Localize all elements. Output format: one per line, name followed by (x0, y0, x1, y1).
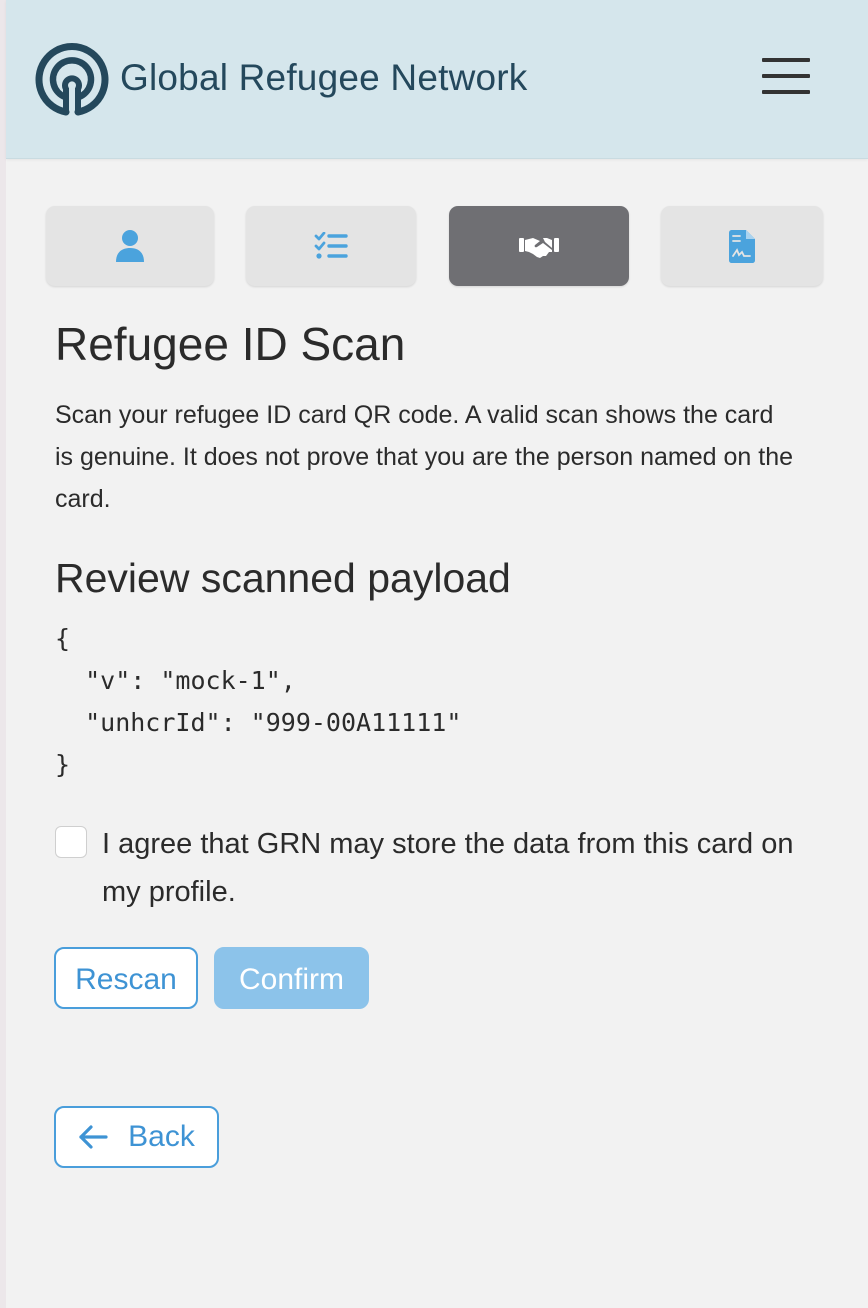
handshake-icon (519, 238, 559, 258)
step-tab-checklist[interactable] (246, 206, 416, 286)
signed-document-icon (729, 229, 755, 263)
payload-line: } (55, 750, 71, 779)
arrow-left-icon (79, 1125, 108, 1149)
back-button[interactable]: Back (54, 1106, 219, 1168)
step-tab-profile[interactable] (46, 206, 214, 286)
step-tab-handshake[interactable] (449, 206, 629, 286)
payload-line: "unhcrId": "999-00A11111" (55, 708, 462, 737)
step-tab-document[interactable] (661, 206, 823, 286)
scan-description: Scan your refugee ID card QR code. A val… (55, 401, 794, 513)
brand-name[interactable]: Global Refugee Network (120, 54, 528, 102)
consent-checkbox[interactable] (55, 826, 87, 858)
menu-button[interactable] (754, 52, 812, 100)
confirm-button[interactable]: Confirm (214, 947, 369, 1009)
rescan-button[interactable]: Rescan (54, 947, 198, 1009)
payload-line: "v": "mock-1", (55, 666, 296, 695)
payload-line: { (55, 624, 71, 653)
scanned-payload: { "v": "mock-1", "unhcrId": "999-00A1111… (55, 618, 461, 786)
checklist-icon (314, 232, 348, 259)
consent-label[interactable]: I agree that GRN may store the data from… (102, 820, 822, 916)
grn-logo-icon[interactable] (35, 42, 109, 116)
step-tabs (0, 206, 868, 286)
back-button-label: Back (128, 1120, 195, 1153)
payload-section-title: Review scanned payload (55, 555, 511, 601)
hamburger-menu-icon (762, 58, 810, 62)
user-icon (116, 230, 144, 262)
app-header: Global Refugee Network (6, 0, 868, 159)
page-title: Refugee ID Scan (55, 318, 406, 370)
window-edge (0, 0, 6, 1308)
